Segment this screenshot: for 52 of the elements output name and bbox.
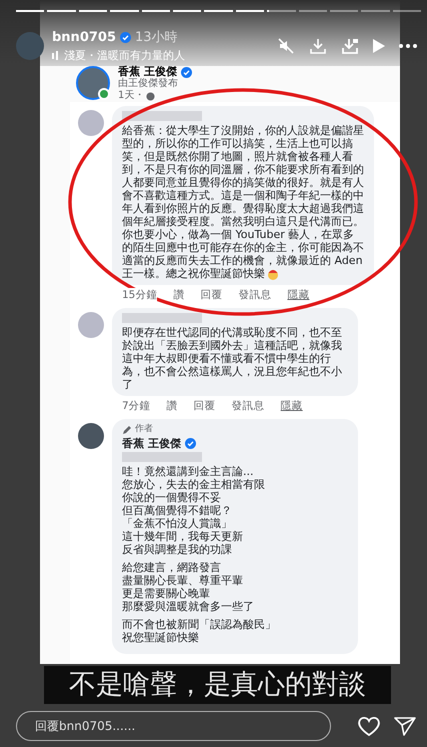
- username[interactable]: bnn0705: [52, 30, 116, 44]
- comment-line: 你說的一個覺得不妥: [122, 491, 222, 504]
- comment-line: 更是需要關心晚輩: [122, 587, 211, 600]
- comment-time: 15分鐘: [122, 288, 158, 302]
- blurred-avatar: [78, 312, 104, 338]
- author-label: 作者: [135, 424, 153, 435]
- post-age: 13小時: [135, 29, 178, 46]
- download-icon[interactable]: [341, 36, 359, 54]
- comment-line: 「金蕉不怕沒人賞識」: [122, 517, 233, 530]
- post-author: 香蕉 王俊傑: [118, 66, 177, 78]
- comment-action-link[interactable]: 讚: [173, 288, 184, 302]
- user-avatar[interactable]: [16, 32, 44, 60]
- mute-icon[interactable]: [277, 36, 295, 54]
- verified-icon: [120, 32, 131, 42]
- caption-text: 不是嗆聲，是真心的對談: [44, 666, 391, 704]
- comment-line: 反省與調整是我的功課: [122, 543, 233, 556]
- comment-line: 但百萬個覺得不錯呢？: [122, 504, 233, 517]
- comment-line: 那麼愛與溫暖就會多一些了: [122, 600, 255, 613]
- author-avatar: [78, 423, 104, 449]
- reply-field[interactable]: 回覆bnn0705......: [16, 711, 331, 741]
- comment-line: 這十幾年間，我每天更新: [122, 530, 244, 543]
- comment-author: 香蕉 王俊傑: [122, 437, 181, 450]
- verified-icon: [184, 438, 196, 449]
- download-icon[interactable]: [309, 36, 327, 54]
- more-icon[interactable]: [399, 44, 417, 48]
- comment-action-link[interactable]: 發訊息: [238, 288, 272, 302]
- globe-icon: [146, 92, 156, 100]
- post-time: 1天・: [118, 90, 144, 102]
- pencil-icon: [122, 424, 132, 434]
- blurred-avatar: [78, 110, 104, 136]
- comment-action-link[interactable]: 發訊息: [232, 399, 265, 413]
- comment-action-link[interactable]: 隱藏: [287, 288, 310, 302]
- comment-line: 哇！竟然還講到金主言論...: [122, 465, 254, 478]
- post-byline: 由王俊傑發布: [118, 78, 179, 90]
- comment-text: 給香蕉：從大學生了沒開始，你的人設就是偏諧星型的，所以你的工作可以搞笑，生活上也可以搞笑，但是既然你開了地圖，照片就會被各種人看到，不是只有你的同溫層，你不能要求所有看到的人都要同意並且覺得你的搞笑做的很好。就是有人會不喜歡這種方式。這是一個和陶子年紀一樣的中年人看到你照片的反應。覺得恥度太大超過我們這個年紀層接受程度。當然我明白這只是代溝而已。你也要小心，做為一個 YouTuber 藝人，在眾多的陌生回應中也可能存在你的金主，你可能因為不適當的反應而失去工作的機會，就像最近的 Aden 王一樣。總之祝你聖誕節快樂: [122, 124, 364, 280]
- comment-time: 7分鐘: [122, 399, 151, 413]
- comment-action-link[interactable]: 隱藏: [280, 399, 303, 413]
- comment-action-link[interactable]: 回覆: [194, 399, 216, 413]
- comment-action-link[interactable]: 讚: [166, 399, 178, 413]
- comment-line: 盡量關心長輩、尊重平輩: [122, 574, 244, 587]
- comment-text: 即便存在世代認同的代溝或恥度不同，也不至於說出「丟臉丟到國外去」這種話吧，就像我這中年大叔即便看不懂或看不慣中學生的行為，也不會公然這樣罵人，況且您年紀也不小了: [122, 326, 342, 391]
- comment-line: 而不會也被新聞「誤認為酸民」: [122, 618, 277, 631]
- comment-line: 祝您聖誕節快樂: [122, 631, 200, 644]
- heart-icon[interactable]: [357, 715, 381, 737]
- send-icon[interactable]: [394, 716, 416, 736]
- play-icon[interactable]: [373, 38, 385, 52]
- verified-icon: [180, 66, 192, 78]
- comment-line: 您放心，失去的金主相當有限: [122, 478, 266, 491]
- music-bars-icon: [52, 51, 60, 60]
- post-avatar: [76, 66, 110, 100]
- comment-action-link[interactable]: 回覆: [200, 288, 222, 302]
- comment-line: 給您建言，網路發言: [122, 561, 222, 574]
